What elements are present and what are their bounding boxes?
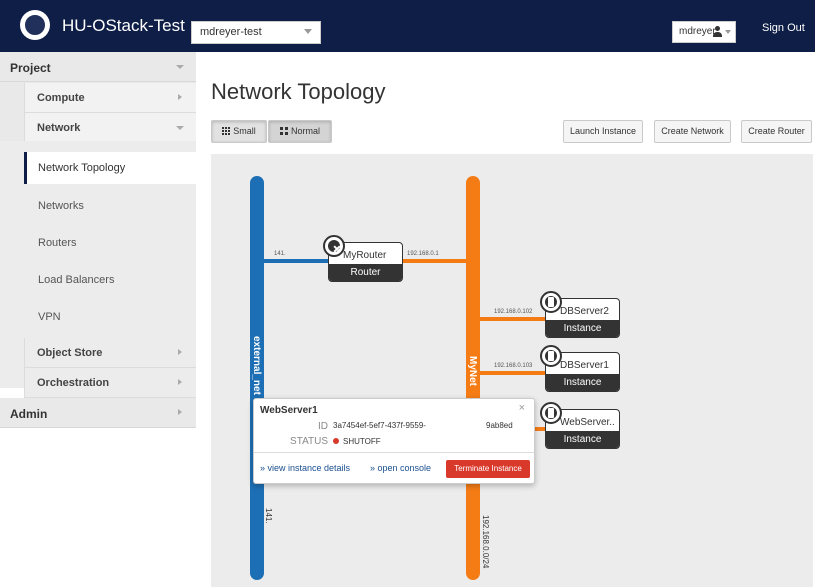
sign-out-link[interactable]: Sign Out bbox=[762, 22, 805, 34]
router-internal-ip: 192.168.0.1 bbox=[407, 251, 439, 257]
brand-title[interactable]: HU-OStack-Test bbox=[62, 16, 185, 36]
mynet-network-cidr: 192.168.0.0/24 bbox=[481, 515, 490, 569]
sidebar-section-label: Admin bbox=[10, 407, 48, 421]
terminate-instance-button[interactable]: Terminate Instance bbox=[446, 460, 530, 478]
sidebar-item-vpn[interactable]: VPN bbox=[24, 301, 196, 333]
mynet-network-label: MyNet bbox=[467, 356, 478, 387]
server-icon bbox=[540, 402, 562, 424]
view-small-button[interactable]: Small bbox=[211, 120, 267, 143]
sidebar-item-orchestration[interactable]: Orchestration bbox=[24, 368, 196, 398]
user-menu-button[interactable]: mdreyer bbox=[672, 21, 736, 43]
chevron-right-icon bbox=[178, 379, 182, 385]
chevron-down-icon bbox=[176, 126, 184, 130]
view-small-label: Small bbox=[233, 126, 256, 136]
status-dot-icon bbox=[333, 438, 339, 444]
instance-type: Instance bbox=[546, 320, 619, 337]
university-logo-icon[interactable] bbox=[20, 10, 50, 40]
sidebar-item-compute[interactable]: Compute bbox=[24, 83, 196, 113]
create-network-button[interactable]: Create Network bbox=[654, 120, 731, 143]
server-icon bbox=[540, 345, 562, 367]
router-internal-link bbox=[403, 259, 468, 263]
external-network-cidr: 141. bbox=[264, 508, 273, 524]
chevron-right-icon bbox=[178, 349, 182, 355]
sidebar-section-project[interactable]: Project bbox=[0, 52, 196, 82]
dbserver2-link bbox=[480, 317, 546, 321]
sidebar-item-networks[interactable]: Networks bbox=[24, 190, 196, 222]
sidebar-item-label: Object Store bbox=[37, 347, 103, 359]
view-normal-label: Normal bbox=[290, 126, 320, 136]
create-router-button[interactable]: Create Router bbox=[741, 120, 812, 143]
project-selector[interactable]: mdreyer-test bbox=[191, 21, 321, 44]
sidebar-item-network[interactable]: Network bbox=[24, 113, 196, 143]
close-icon[interactable]: × bbox=[519, 402, 525, 414]
chevron-right-icon bbox=[178, 94, 182, 100]
server-icon bbox=[540, 291, 562, 313]
router-type: Router bbox=[329, 264, 402, 281]
sidebar-item-routers[interactable]: Routers bbox=[24, 227, 196, 259]
sidebar-item-object-store[interactable]: Object Store bbox=[24, 338, 196, 368]
instance-name: DBServer1 bbox=[560, 360, 609, 371]
popup-status-value: SHUTOFF bbox=[343, 437, 381, 446]
instance-detail-popup: WebServer1 × ID 3a7454ef-5ef7-437f-9559-… bbox=[253, 398, 535, 484]
grid-icon bbox=[222, 127, 231, 135]
sidebar-item-label: Load Balancers bbox=[38, 274, 115, 286]
dbserver1-link bbox=[480, 371, 546, 375]
chevron-down-icon bbox=[725, 30, 731, 34]
project-selector-value: mdreyer-test bbox=[200, 26, 262, 38]
sidebar-item-label: Routers bbox=[38, 237, 77, 249]
page-title: Network Topology bbox=[211, 79, 386, 104]
instance-type: Instance bbox=[546, 431, 619, 448]
sidebar-section-admin[interactable]: Admin bbox=[0, 398, 196, 428]
sidebar-section-label: Project bbox=[10, 61, 51, 75]
router-name: MyRouter bbox=[343, 250, 387, 261]
sidebar-item-label: Networks bbox=[38, 200, 84, 212]
top-navbar: HU-OStack-Test mdreyer-test mdreyer Sign… bbox=[0, 0, 815, 52]
user-icon bbox=[713, 26, 722, 37]
sidebar-item-load-balancers[interactable]: Load Balancers bbox=[24, 264, 196, 296]
launch-instance-button[interactable]: Launch Instance bbox=[563, 120, 643, 143]
sidebar: Project Compute Network Network Topology… bbox=[0, 52, 196, 587]
chevron-down-icon bbox=[176, 65, 184, 69]
router-external-ip: 141. bbox=[274, 251, 286, 257]
popup-title: WebServer1 bbox=[260, 405, 318, 416]
open-console-link[interactable]: » open console bbox=[370, 463, 431, 473]
popup-status-label: STATUS bbox=[290, 436, 328, 447]
sidebar-item-label: VPN bbox=[38, 311, 61, 323]
external-network-label: external_net bbox=[251, 336, 262, 395]
instance-name: DBServer2 bbox=[560, 306, 609, 317]
popup-divider bbox=[254, 452, 534, 453]
router-external-link bbox=[264, 259, 329, 263]
sidebar-item-label: Orchestration bbox=[37, 377, 110, 389]
dbserver1-ip: 192.168.0.103 bbox=[494, 363, 533, 369]
instance-type: Instance bbox=[546, 374, 619, 391]
chevron-right-icon bbox=[178, 409, 182, 415]
large-grid-icon bbox=[279, 127, 288, 135]
router-icon bbox=[323, 235, 345, 257]
popup-id-value: 3a7454ef-5ef7-437f-9559- bbox=[333, 421, 426, 430]
view-instance-details-link[interactable]: » view instance details bbox=[260, 463, 350, 473]
sidebar-item-label: Network Topology bbox=[38, 162, 126, 174]
popup-id-label: ID bbox=[318, 421, 328, 432]
sidebar-item-network-topology[interactable]: Network Topology bbox=[24, 152, 196, 184]
view-normal-button[interactable]: Normal bbox=[268, 120, 332, 143]
chevron-down-icon bbox=[304, 29, 312, 34]
instance-name: WebServer.. bbox=[560, 417, 615, 428]
popup-id-suffix: 9ab8ed bbox=[486, 421, 513, 430]
user-name: mdreyer bbox=[679, 26, 716, 37]
sidebar-item-label: Network bbox=[37, 122, 81, 134]
dbserver2-ip: 192.168.0.102 bbox=[494, 309, 533, 315]
sidebar-item-label: Compute bbox=[37, 92, 85, 104]
